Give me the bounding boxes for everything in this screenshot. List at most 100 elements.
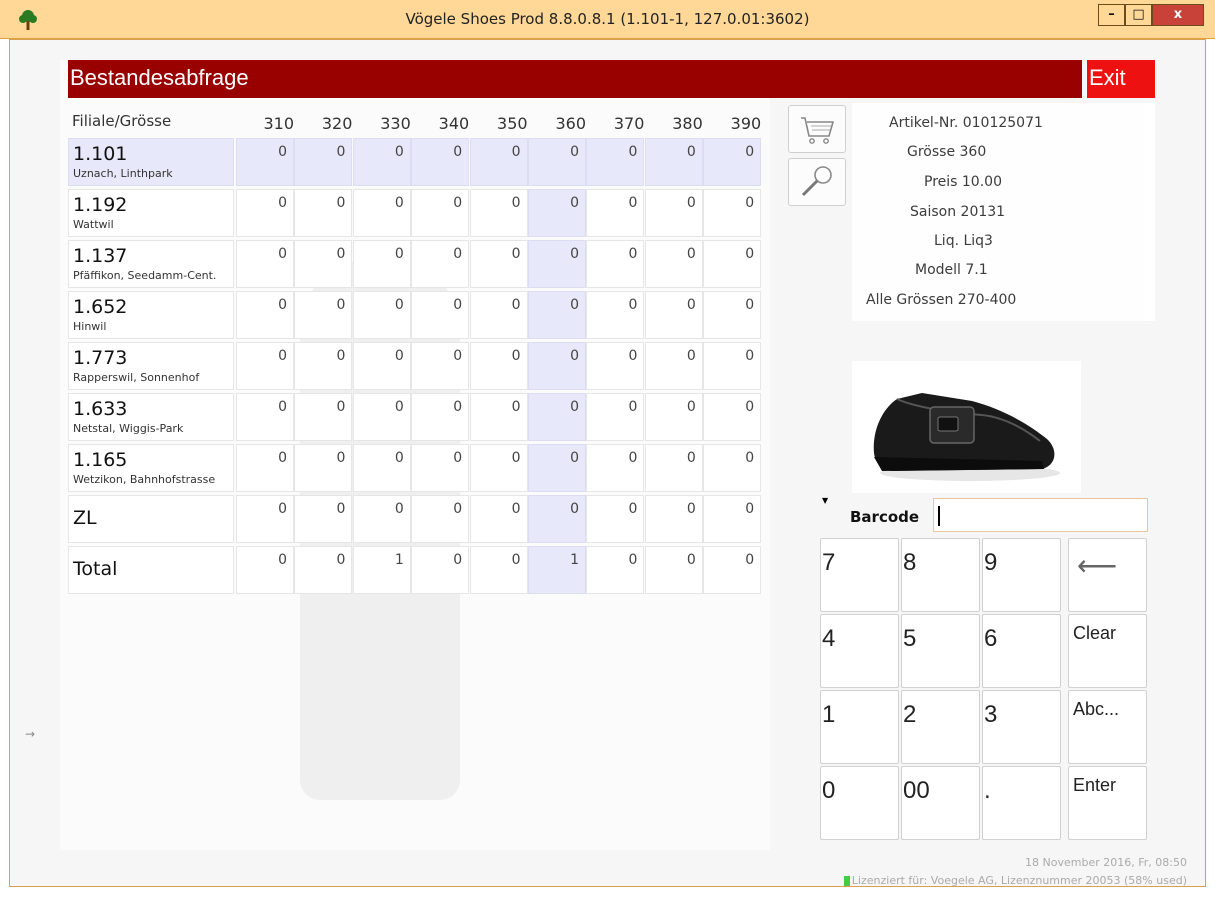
branch-cell[interactable]: 1.192 Wattwil xyxy=(68,189,234,237)
stock-cell[interactable]: 0 xyxy=(236,444,294,492)
stock-cell[interactable]: 0 xyxy=(703,495,762,543)
stock-cell[interactable]: 0 xyxy=(294,444,353,492)
key-2[interactable]: 2 xyxy=(901,690,980,764)
stock-cell[interactable]: 0 xyxy=(411,546,470,594)
stock-cell[interactable]: 0 xyxy=(469,393,528,441)
stock-cell[interactable]: 0 xyxy=(411,189,470,237)
stock-cell[interactable]: 0 xyxy=(469,189,528,237)
stock-cell[interactable]: 0 xyxy=(352,444,411,492)
exit-button[interactable]: Exit xyxy=(1087,60,1155,98)
stock-cell[interactable]: 0 xyxy=(294,189,353,237)
stock-cell[interactable]: 0 xyxy=(528,189,586,237)
stock-cell[interactable]: 0 xyxy=(411,342,470,390)
branch-cell[interactable]: 1.165 Wetzikon, Bahnhofstrasse xyxy=(68,444,234,492)
stock-cell[interactable]: 0 xyxy=(352,240,411,288)
stock-cell[interactable]: 0 xyxy=(411,495,470,543)
stock-cell[interactable]: 0 xyxy=(644,291,703,339)
stock-cell[interactable]: 0 xyxy=(703,393,762,441)
key-4[interactable]: 4 xyxy=(820,614,899,688)
stock-cell[interactable]: 0 xyxy=(528,342,586,390)
stock-cell[interactable]: 0 xyxy=(586,189,645,237)
stock-cell[interactable]: 0 xyxy=(469,291,528,339)
stock-cell[interactable]: 0 xyxy=(294,291,353,339)
stock-cell[interactable]: 0 xyxy=(586,342,645,390)
key-5[interactable]: 5 xyxy=(901,614,980,688)
table-row[interactable]: 1.633 Netstal, Wiggis-Park 0 0 0 0 0 0 0 0 0 xyxy=(68,393,762,443)
stock-cell[interactable]: 0 xyxy=(469,546,528,594)
minimize-button[interactable]: – xyxy=(1098,4,1125,26)
stock-cell[interactable]: 0 xyxy=(352,393,411,441)
stock-cell[interactable]: 0 xyxy=(469,495,528,543)
stock-cell[interactable]: 0 xyxy=(294,138,353,186)
stock-cell[interactable]: 0 xyxy=(586,240,645,288)
stock-cell[interactable]: 0 xyxy=(528,444,586,492)
stock-cell[interactable]: 0 xyxy=(528,495,586,543)
key-9[interactable]: 9 xyxy=(982,538,1061,612)
stock-cell[interactable]: 0 xyxy=(236,138,294,186)
stock-cell[interactable]: 0 xyxy=(703,189,762,237)
search-button[interactable] xyxy=(788,158,846,206)
key-1[interactable]: 1 xyxy=(820,690,899,764)
stock-cell[interactable]: 0 xyxy=(411,444,470,492)
stock-cell[interactable]: 0 xyxy=(644,189,703,237)
stock-cell[interactable]: 0 xyxy=(236,240,294,288)
stock-cell[interactable]: 1 xyxy=(352,546,411,594)
stock-cell[interactable]: 0 xyxy=(586,291,645,339)
stock-cell[interactable]: 0 xyxy=(528,138,586,186)
total-row[interactable]: Total 0 0 1 0 0 1 0 0 0 xyxy=(68,546,762,596)
table-row[interactable]: 1.165 Wetzikon, Bahnhofstrasse 0 0 0 0 0 0 0 0 0 xyxy=(68,444,762,494)
stock-cell[interactable]: 0 xyxy=(411,291,470,339)
stock-cell[interactable]: 0 xyxy=(586,495,645,543)
branch-cell[interactable]: 1.773 Rapperswil, Sonnenhof xyxy=(68,342,234,390)
stock-cell[interactable]: 0 xyxy=(236,495,294,543)
stock-cell[interactable]: 0 xyxy=(644,546,703,594)
backspace-key[interactable]: ⟵ xyxy=(1068,538,1147,612)
abc-key[interactable]: Abc... xyxy=(1068,690,1147,764)
stock-cell[interactable]: 0 xyxy=(528,393,586,441)
stock-cell[interactable]: 0 xyxy=(352,189,411,237)
key-3[interactable]: 3 xyxy=(982,690,1061,764)
stock-cell[interactable]: 0 xyxy=(294,495,353,543)
stock-cell[interactable]: 0 xyxy=(703,138,762,186)
stock-cell[interactable]: 0 xyxy=(352,291,411,339)
stock-cell[interactable]: 0 xyxy=(294,342,353,390)
barcode-input[interactable] xyxy=(933,498,1148,532)
stock-cell[interactable]: 0 xyxy=(236,291,294,339)
stock-cell[interactable]: 0 xyxy=(586,546,645,594)
stock-cell[interactable]: 0 xyxy=(703,546,762,594)
stock-cell[interactable]: 0 xyxy=(469,138,528,186)
stock-cell[interactable]: 0 xyxy=(236,342,294,390)
table-row[interactable]: 1.192 Wattwil 0 0 0 0 0 0 0 0 0 xyxy=(68,189,762,239)
table-row[interactable]: 1.101 Uznach, Linthpark 0 0 0 0 0 0 0 0 0 xyxy=(68,138,762,188)
stock-cell[interactable]: 0 xyxy=(411,393,470,441)
stock-cell[interactable]: 0 xyxy=(586,138,645,186)
stock-cell[interactable]: 0 xyxy=(352,342,411,390)
key-dot[interactable]: . xyxy=(982,766,1061,840)
stock-cell[interactable]: 0 xyxy=(236,393,294,441)
stock-cell[interactable]: 0 xyxy=(703,291,762,339)
table-row[interactable]: 1.652 Hinwil 0 0 0 0 0 0 0 0 0 xyxy=(68,291,762,341)
branch-cell[interactable]: ZL xyxy=(68,495,234,543)
stock-cell[interactable]: 0 xyxy=(352,138,411,186)
stock-cell[interactable]: 0 xyxy=(703,342,762,390)
branch-cell[interactable]: 1.137 Pfäffikon, Seedamm-Cent. xyxy=(68,240,234,288)
table-row[interactable]: 1.137 Pfäffikon, Seedamm-Cent. 0 0 0 0 0 0 0 0 0 xyxy=(68,240,762,290)
stock-cell[interactable]: 0 xyxy=(236,546,294,594)
table-row[interactable]: ZL 0 0 0 0 0 0 0 0 0 xyxy=(68,495,762,545)
maximize-button[interactable]: □ xyxy=(1125,4,1152,26)
stock-cell[interactable]: 0 xyxy=(528,240,586,288)
stock-cell[interactable]: 0 xyxy=(411,138,470,186)
cart-button[interactable] xyxy=(788,105,846,153)
table-row[interactable]: 1.773 Rapperswil, Sonnenhof 0 0 0 0 0 0 0 0 0 xyxy=(68,342,762,392)
key-0[interactable]: 0 xyxy=(820,766,899,840)
key-00[interactable]: 00 xyxy=(901,766,980,840)
stock-cell[interactable]: 0 xyxy=(703,444,762,492)
stock-cell[interactable]: 0 xyxy=(644,342,703,390)
stock-cell[interactable]: 0 xyxy=(294,393,353,441)
key-6[interactable]: 6 xyxy=(982,614,1061,688)
close-button[interactable]: x xyxy=(1152,4,1204,26)
branch-cell[interactable]: 1.101 Uznach, Linthpark xyxy=(68,138,234,186)
stock-cell[interactable]: 0 xyxy=(644,138,703,186)
stock-cell[interactable]: 0 xyxy=(644,240,703,288)
stock-cell[interactable]: 0 xyxy=(469,444,528,492)
